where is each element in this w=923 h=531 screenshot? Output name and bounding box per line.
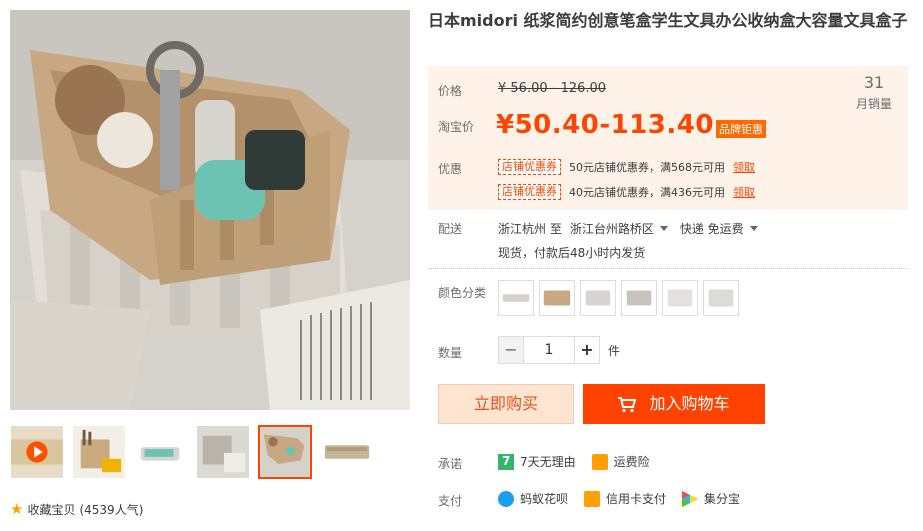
color-option-1[interactable] bbox=[498, 280, 534, 316]
coupon-row: 店铺优惠券 50元店铺优惠券，满568元可用 领取 bbox=[498, 159, 755, 175]
payment-credit-card[interactable]: 信用卡支付 bbox=[584, 490, 666, 507]
thumbnail-6[interactable] bbox=[320, 425, 374, 479]
monthly-sales: 31 月销量 bbox=[856, 73, 892, 112]
color-option-4[interactable] bbox=[621, 280, 657, 316]
color-option-4-image bbox=[626, 290, 652, 306]
color-option-5-image bbox=[667, 289, 693, 307]
promise-label: 承诺 bbox=[438, 457, 463, 471]
payment-credit-label: 信用卡支付 bbox=[606, 492, 667, 506]
thumbnail-video[interactable] bbox=[10, 425, 64, 479]
color-option-3-image bbox=[585, 290, 611, 306]
payment-jifenbao-label: 集分宝 bbox=[704, 492, 741, 506]
taobao-price: ¥50.40-113.40 bbox=[496, 110, 714, 140]
video-thumb-image bbox=[11, 426, 63, 478]
payment-label: 支付 bbox=[438, 494, 463, 508]
coupon-tag: 店铺优惠券 bbox=[498, 184, 561, 200]
favorite-text: 收藏宝贝 bbox=[27, 502, 76, 517]
coupon-text: 50元店铺优惠券，满568元可用 bbox=[569, 161, 725, 174]
original-price: ¥ 56.00 - 126.00 bbox=[498, 81, 607, 96]
color-label: 颜色分类 bbox=[438, 286, 487, 300]
color-option-1-image bbox=[502, 294, 530, 302]
favorite-count: (4539人气) bbox=[79, 502, 144, 517]
coupon-text: 40元店铺优惠券，满436元可用 bbox=[569, 186, 725, 199]
color-option-3[interactable] bbox=[580, 280, 616, 316]
thumbnail-6-image bbox=[321, 426, 373, 478]
quantity-unit: 件 bbox=[608, 343, 621, 358]
cart-icon bbox=[618, 396, 637, 412]
promise-7day[interactable]: 7 7天无理由 bbox=[498, 453, 576, 470]
shipping-method[interactable]: 快递 免运费 bbox=[680, 220, 744, 237]
promise-7day-label: 7天无理由 bbox=[520, 455, 576, 469]
color-option-6-image bbox=[708, 289, 734, 307]
add-to-cart-button[interactable]: 加入购物车 bbox=[583, 384, 765, 424]
divider bbox=[428, 268, 908, 269]
thumbnail-3[interactable] bbox=[134, 425, 188, 479]
coupon-label: 优惠 bbox=[438, 162, 463, 176]
quantity-stepper: − 1 + 件 bbox=[498, 336, 620, 364]
jifenbao-icon bbox=[682, 490, 699, 507]
coupon-row: 店铺优惠券 40元店铺优惠券，满436元可用 领取 bbox=[498, 184, 755, 200]
payment-row: 蚂蚁花呗 信用卡支付 集分宝 bbox=[498, 490, 756, 507]
thumbnail-3-image bbox=[135, 426, 187, 478]
thumbnail-strip bbox=[10, 425, 410, 481]
credit-card-icon bbox=[584, 490, 601, 507]
brand-discount-badge: 品牌钜惠 bbox=[716, 120, 766, 138]
coupon-claim-link[interactable]: 领取 bbox=[733, 184, 755, 200]
quantity-label: 数量 bbox=[438, 346, 463, 360]
thumbnail-5-selected[interactable] bbox=[258, 425, 312, 479]
freight-insurance-icon bbox=[591, 453, 608, 470]
ship-from: 浙江杭州 至 bbox=[498, 222, 562, 236]
favorite-link[interactable]: ★ 收藏宝贝 (4539人气) bbox=[10, 500, 143, 518]
coupon-claim-link[interactable]: 领取 bbox=[733, 159, 755, 175]
price-panel: 价格 ¥ 56.00 - 126.00 31 月销量 淘宝价 ¥50.40-11… bbox=[428, 66, 908, 210]
thumbnail-2[interactable] bbox=[72, 425, 126, 479]
thumbnail-2-image bbox=[73, 426, 125, 478]
color-options bbox=[498, 280, 744, 316]
buy-now-button[interactable]: 立即购买 bbox=[438, 384, 574, 424]
delivery-label: 配送 bbox=[438, 222, 463, 236]
payment-huabei-label: 蚂蚁花呗 bbox=[520, 492, 569, 506]
quantity-decrease-button[interactable]: − bbox=[498, 336, 524, 364]
product-photo bbox=[10, 10, 410, 410]
add-to-cart-label: 加入购物车 bbox=[649, 394, 730, 413]
coupon-tag: 店铺优惠券 bbox=[498, 159, 561, 175]
taobao-price-label: 淘宝价 bbox=[438, 120, 475, 134]
price-label: 价格 bbox=[438, 84, 463, 98]
promise-freight-label: 运费险 bbox=[613, 455, 650, 469]
ship-to-selector[interactable]: 浙江台州路桥区 bbox=[570, 220, 654, 237]
promise-row: 7 7天无理由 运费险 bbox=[498, 453, 666, 470]
main-product-image bbox=[10, 10, 410, 410]
sales-label: 月销量 bbox=[855, 97, 892, 111]
seven-day-icon: 7 bbox=[498, 453, 514, 470]
color-option-2-image bbox=[543, 290, 571, 306]
thumbnail-4[interactable] bbox=[196, 425, 250, 479]
star-icon: ★ bbox=[10, 500, 24, 518]
product-title: 日本midori 纸浆简约创意笔盒学生文具办公收纳盒大容量文具盒子 bbox=[428, 11, 908, 30]
huabei-icon bbox=[498, 490, 514, 507]
payment-jifenbao[interactable]: 集分宝 bbox=[682, 490, 740, 507]
quantity-input[interactable]: 1 bbox=[524, 336, 574, 364]
promise-freight-insurance[interactable]: 运费险 bbox=[591, 453, 650, 470]
chevron-down-icon[interactable] bbox=[749, 226, 758, 231]
color-option-2[interactable] bbox=[539, 280, 575, 316]
color-option-6[interactable] bbox=[703, 280, 739, 316]
shipping-note: 现货，付款后48小时内发货 bbox=[498, 246, 646, 260]
chevron-down-icon[interactable] bbox=[659, 226, 668, 231]
color-option-5[interactable] bbox=[662, 280, 698, 316]
delivery-row: 浙江杭州 至 浙江台州路桥区 快递 免运费 bbox=[498, 220, 770, 237]
thumbnail-5-image bbox=[260, 427, 310, 477]
payment-huabei[interactable]: 蚂蚁花呗 bbox=[498, 490, 568, 507]
sales-count: 31 bbox=[863, 73, 885, 92]
buy-now-label: 立即购买 bbox=[473, 394, 538, 413]
quantity-increase-button[interactable]: + bbox=[574, 336, 600, 364]
thumbnail-4-image bbox=[197, 426, 249, 478]
